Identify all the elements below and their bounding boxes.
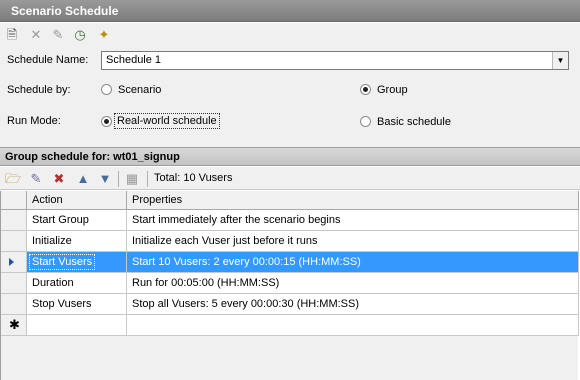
window-title: Scenario Schedule bbox=[0, 0, 580, 22]
row-selector[interactable]: ✱ bbox=[1, 315, 27, 336]
run-mode-basic-radio[interactable] bbox=[360, 116, 371, 127]
move-down-icon[interactable]: ▼ bbox=[97, 171, 113, 187]
action-cell[interactable]: Initialize bbox=[27, 231, 127, 252]
action-cell[interactable]: Start Vusers bbox=[27, 252, 127, 273]
table-row[interactable]: Initialize Initialize each Vuser just be… bbox=[1, 231, 579, 252]
properties-cell[interactable]: Stop all Vusers: 5 every 00:00:30 (HH:MM… bbox=[127, 294, 579, 315]
schedule-clock-icon[interactable]: ◷ bbox=[72, 27, 88, 43]
current-row-pointer-icon bbox=[9, 258, 14, 266]
schedule-by-group-radio[interactable] bbox=[360, 84, 371, 95]
table-row[interactable]: Stop Vusers Stop all Vusers: 5 every 00:… bbox=[1, 294, 579, 315]
new-row-asterisk-icon: ✱ bbox=[9, 317, 20, 332]
add-action-icon[interactable]: 🗁 bbox=[5, 171, 21, 187]
properties-cell[interactable]: Start immediately after the scenario beg… bbox=[127, 210, 579, 231]
new-row[interactable]: ✱ bbox=[1, 315, 579, 336]
table-row-selected[interactable]: Start Vusers Start 10 Vusers: 2 every 00… bbox=[1, 252, 579, 273]
total-vusers: Total: 10 Vusers bbox=[154, 172, 233, 184]
row-selector[interactable] bbox=[1, 231, 27, 252]
schedule-by-label: Schedule by: bbox=[7, 84, 71, 96]
table-row[interactable]: Start Group Start immediately after the … bbox=[1, 210, 579, 231]
chevron-down-icon[interactable]: ▼ bbox=[552, 52, 568, 69]
schedule-form: Schedule Name: Schedule 1 ▼ Schedule by:… bbox=[0, 47, 580, 148]
properties-cell[interactable]: Start 10 Vusers: 2 every 00:00:15 (HH:MM… bbox=[127, 252, 579, 273]
schedule-by-group-label[interactable]: Group bbox=[377, 84, 408, 96]
row-header-corner bbox=[1, 191, 27, 210]
edit-action-icon[interactable]: ✎ bbox=[28, 171, 44, 187]
grid-view-icon[interactable]: ▦ bbox=[124, 171, 140, 187]
table-row[interactable]: Duration Run for 00:05:00 (HH:MM:SS) bbox=[1, 273, 579, 294]
properties-cell[interactable] bbox=[127, 315, 579, 336]
schedule-name-label: Schedule Name: bbox=[7, 54, 89, 66]
schedule-name-combo[interactable]: Schedule 1 ▼ bbox=[101, 51, 569, 70]
delete-icon[interactable]: ✕ bbox=[28, 27, 44, 43]
run-mode-label: Run Mode: bbox=[7, 115, 61, 127]
group-schedule-header: Group schedule for: wt01_signup bbox=[0, 148, 580, 166]
actions-toolbar: 🗁 ✎ ✖ ▲ ▼ ▦ Total: 10 Vusers bbox=[0, 167, 580, 190]
properties-cell[interactable]: Initialize each Vuser just before it run… bbox=[127, 231, 579, 252]
schedule-toolbar: 🗎 ✕ ✎ ◷ ✦ bbox=[0, 23, 580, 47]
properties-cell[interactable]: Run for 00:05:00 (HH:MM:SS) bbox=[127, 273, 579, 294]
rename-icon[interactable]: ✎ bbox=[50, 27, 66, 43]
row-selector[interactable] bbox=[1, 294, 27, 315]
move-up-icon[interactable]: ▲ bbox=[75, 171, 91, 187]
row-selector[interactable] bbox=[1, 252, 27, 273]
column-header-properties[interactable]: Properties bbox=[127, 191, 579, 210]
grid-header-row: Action Properties bbox=[1, 191, 579, 212]
schedule-name-value: Schedule 1 bbox=[106, 54, 162, 66]
schedule-by-scenario-radio[interactable] bbox=[101, 84, 112, 95]
delete-action-icon[interactable]: ✖ bbox=[51, 171, 67, 187]
magic-wand-icon[interactable]: ✦ bbox=[96, 27, 112, 43]
action-cell[interactable] bbox=[27, 315, 127, 336]
schedule-actions-grid: Action Properties Start Group Start imme… bbox=[0, 191, 579, 380]
new-schedule-icon[interactable]: 🗎 bbox=[4, 27, 20, 43]
action-cell[interactable]: Stop Vusers bbox=[27, 294, 127, 315]
action-cell[interactable]: Start Group bbox=[27, 210, 127, 231]
run-mode-real-world-radio[interactable] bbox=[101, 116, 112, 127]
schedule-by-scenario-label[interactable]: Scenario bbox=[118, 84, 161, 96]
row-selector[interactable] bbox=[1, 273, 27, 294]
action-cell[interactable]: Duration bbox=[27, 273, 127, 294]
column-header-action[interactable]: Action bbox=[27, 191, 127, 210]
run-mode-real-world-label[interactable]: Real-world schedule bbox=[114, 113, 220, 129]
row-selector[interactable] bbox=[1, 210, 27, 231]
run-mode-basic-label[interactable]: Basic schedule bbox=[377, 116, 451, 128]
